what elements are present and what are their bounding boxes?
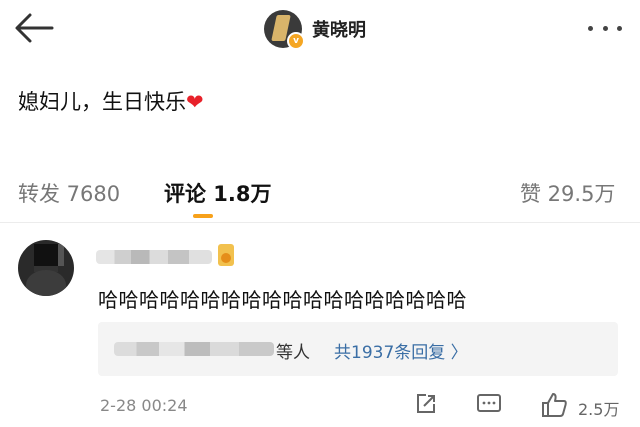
comment-icon[interactable] [476, 392, 502, 416]
commenter-avatar[interactable] [18, 240, 74, 296]
tab-repost[interactable]: 转发 7680 [18, 178, 120, 208]
commenter-name-blurred[interactable] [96, 250, 212, 264]
reply-users-suffix: 等人 [276, 343, 310, 363]
comment-timestamp: 2-28 00:24 [100, 396, 188, 415]
heart-icon: ❤ [186, 90, 204, 114]
thumbs-up-icon[interactable] [540, 392, 568, 418]
divider [0, 222, 640, 223]
post-text: 媳妇儿，生日快乐❤ [18, 86, 204, 116]
avatar[interactable]: v [264, 10, 305, 50]
profile-title[interactable]: v 黄晓明 [264, 9, 366, 50]
tab-comments[interactable]: 评论 1.8万 [164, 178, 272, 208]
reply-count-link[interactable]: 共1937条回复 〉 [334, 338, 468, 363]
active-tab-indicator [193, 214, 213, 218]
comment-text: 哈哈哈哈哈哈哈哈哈哈哈哈哈哈哈哈哈哈 [98, 288, 467, 312]
comment-like-count: 2.5万 [578, 400, 620, 419]
fan-medal-icon [218, 244, 234, 266]
tab-likes[interactable]: 赞 29.5万 [520, 178, 615, 208]
reply-preview[interactable]: 等人 共1937条回复 〉 [98, 322, 618, 376]
interaction-tabs: 转发 7680 评论 1.8万 赞 29.5万 [0, 168, 640, 218]
back-button[interactable] [12, 10, 56, 46]
more-button[interactable] [588, 18, 622, 38]
back-arrow-icon [15, 13, 54, 43]
user-name[interactable]: 黄晓明 [312, 16, 366, 42]
top-bar: v 黄晓明 [0, 0, 640, 56]
post-body: 媳妇儿，生日快乐 [18, 90, 186, 114]
verified-badge-icon: v [287, 32, 305, 50]
more-dots-icon [588, 25, 622, 31]
reply-users-blurred [114, 342, 274, 356]
share-icon[interactable] [414, 392, 438, 416]
